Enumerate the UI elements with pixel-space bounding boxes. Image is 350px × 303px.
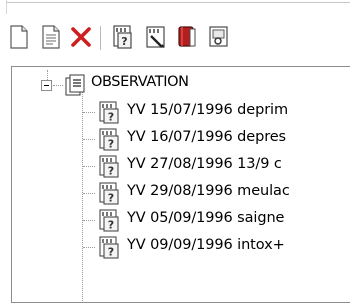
svg-text:?: ?	[108, 219, 114, 232]
top-divider	[0, 2, 350, 3]
tree-root-label: OBSERVATION	[91, 74, 189, 90]
delete-icon	[71, 27, 91, 47]
question-document-icon: ?	[99, 155, 119, 178]
print-preview-button[interactable]	[206, 22, 232, 52]
question-document-button[interactable]: ?	[110, 22, 136, 52]
tree-item-label: YV 29/08/1996 meulac	[127, 183, 290, 199]
tree-connector-root-h	[53, 85, 63, 87]
tree-item-label: YV 05/09/1996 saigne	[127, 210, 285, 226]
svg-text:?: ?	[108, 246, 114, 259]
tree-connector-h	[83, 247, 95, 249]
print-preview-icon	[209, 26, 228, 47]
tree-item-label: YV 09/09/1996 intox+	[127, 237, 285, 253]
question-document-icon: ?	[99, 236, 119, 259]
folder-document-icon	[65, 74, 85, 96]
tree-item-label: YV 27/08/1996 13/9 c	[127, 156, 282, 172]
svg-text:?: ?	[121, 35, 127, 48]
window-top-edge	[0, 0, 350, 14]
tree-item-label: YV 15/07/1996 deprim	[127, 102, 289, 118]
tree-connector-h	[83, 220, 95, 222]
delete-button[interactable]	[68, 22, 94, 52]
tree-root-row[interactable]: OBSERVATION	[12, 72, 350, 96]
edit-document-icon	[146, 26, 165, 48]
tree-item[interactable]: ? YV 09/09/1996 intox+	[12, 235, 350, 259]
tree-view[interactable]: OBSERVATION ? YV 15/07/1996 deprim ? YV …	[11, 66, 350, 303]
tree-connector-h	[83, 193, 95, 195]
tree-item[interactable]: ? YV 05/09/1996 saigne	[12, 208, 350, 232]
svg-text:?: ?	[108, 165, 114, 178]
tree-connector-h	[83, 166, 95, 168]
red-book-button[interactable]	[174, 22, 200, 52]
edit-document-button[interactable]	[143, 22, 169, 52]
svg-text:?: ?	[108, 111, 114, 124]
document-button[interactable]	[38, 22, 64, 52]
red-book-icon	[178, 26, 196, 47]
svg-text:?: ?	[108, 138, 114, 151]
document-icon	[42, 25, 60, 49]
new-document-button[interactable]	[6, 22, 32, 52]
question-document-icon: ?	[99, 128, 119, 151]
question-document-icon: ?	[113, 25, 132, 49]
tree-item-label: YV 16/07/1996 depres	[127, 129, 287, 145]
question-document-icon: ?	[99, 182, 119, 205]
panel-corner	[0, 0, 7, 14]
tree-item[interactable]: ? YV 16/07/1996 depres	[12, 127, 350, 151]
question-document-icon: ?	[99, 209, 119, 232]
svg-text:?: ?	[108, 192, 114, 205]
new-document-icon	[10, 25, 28, 49]
toolbar-separator	[100, 26, 101, 50]
tree-connector-h	[83, 139, 95, 141]
question-document-icon: ?	[99, 101, 119, 124]
tree-item[interactable]: ? YV 29/08/1996 meulac	[12, 181, 350, 205]
toolbar: ?	[6, 22, 350, 56]
tree-item[interactable]: ? YV 27/08/1996 13/9 c	[12, 154, 350, 178]
tree-item[interactable]: ? YV 15/07/1996 deprim	[12, 100, 350, 124]
tree-connector-h	[83, 112, 95, 114]
collapse-expander-icon[interactable]	[41, 80, 52, 91]
